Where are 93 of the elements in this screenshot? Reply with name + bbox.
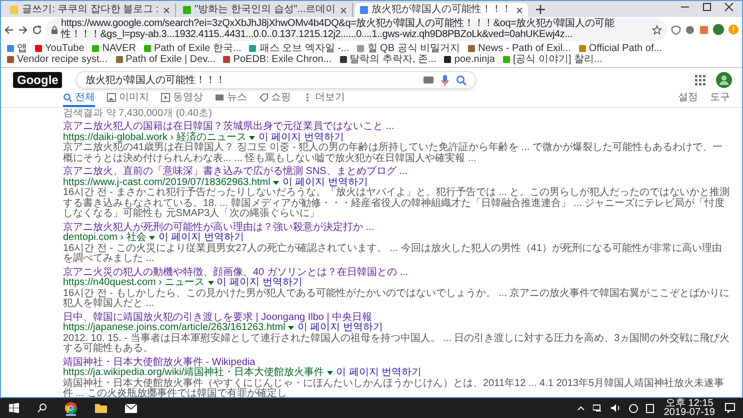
result-url: https://www.j-cast.com/2019/07/18362963.html (63, 178, 270, 188)
translate-link[interactable]: 이 페이지 번역하기 (282, 178, 368, 188)
tag-icon (259, 93, 268, 102)
result-title-link[interactable]: 京アニ放火、直前の「意味深」書き込みで広がる憶測 SNS、まとめブログ ... (63, 166, 730, 178)
new-tab-icon[interactable] (536, 5, 545, 14)
result-snippet: 靖国神社・日本大使館放火事件（やすくにじんじゃ・にほんたいしかんほうかじけん）とは、2011年12 ... 4.1 2013年5月韓国人靖国神社放火未遂事件 ... この火炎瓶放擲事件では韓国で有罪が確定し (63, 378, 726, 399)
microphone-icon[interactable] (441, 74, 450, 86)
bookmark[interactable]: Path of Exile 한국... (144, 43, 242, 54)
search-tab[interactable]: 쇼핑 (259, 90, 291, 107)
result-snippet: 2012. 10. 15. - 当事者は日本軍慰安婦として連行された韓国人の祖母を持つ中国人。 ... 日の引き渡しに対する圧力を高め、3ヵ国間の外交戦に飛び火する可能性もある。 (63, 334, 730, 354)
result-url: https://daiki-global.work › 経済のニュース (63, 132, 246, 142)
search-icon[interactable] (37, 403, 47, 413)
browser-tab[interactable]: 放火犯が韓国人の可能性！！！ (354, 3, 528, 17)
result-url: https://ja.wikipedia.org/wiki/靖国神社・日本大使館放火事件 (63, 368, 324, 378)
windows-icon[interactable] (9, 403, 19, 413)
search-tab[interactable]: 동영상 (161, 90, 203, 107)
chevron-up-icon[interactable] (576, 405, 585, 411)
play-icon (161, 93, 170, 102)
google-logo[interactable]: Google (13, 72, 62, 88)
bookmark[interactable]: 패스 오브 엑자일 -... (249, 43, 350, 54)
close-icon[interactable] (162, 6, 170, 14)
lock-icon (51, 26, 58, 34)
keyboard-icon[interactable] (423, 76, 434, 84)
search-tab[interactable]: 전체 (63, 90, 95, 107)
search-icon (63, 93, 72, 102)
result-title-link[interactable]: 靖国神社・日本大使館放火事件 - Wikipedia (63, 356, 730, 368)
result-title-link[interactable]: 日中、韓国に靖国放火犯の引き渡しを要求 | Joongang Ilbo | 中央日報 (63, 312, 730, 323)
translate-link[interactable]: 이 페이지 번역하기 (297, 323, 383, 334)
tab-title: 글쓰기: 쿠쿠의 잡다한 블로그 : (22, 4, 159, 16)
bookmark[interactable]: Official Path of... (578, 43, 662, 54)
bookmark[interactable]: 앱 (7, 43, 27, 54)
forward-icon[interactable] (18, 24, 28, 34)
caret-icon[interactable] (327, 371, 334, 376)
caret-icon[interactable] (273, 180, 280, 185)
avatar-icon[interactable] (716, 72, 732, 88)
address-field[interactable]: https://www.google.com/search?ei=3zQxXbJhJ8jXhwOMv4b4DQ&q=放火犯が韓国人の可能性！！！&oq=放火犯が韓国人の可能性！！！&gs_l=psy-ab.3...1932.4115..4431...0.0..0.137.1215.12j2......0....1..gws-wiz.qh9D8PBZoLk&ved=0ahUKEwj4z... (46, 18, 667, 41)
star-icon[interactable] (652, 24, 662, 34)
bookmark[interactable]: NAVER (92, 43, 136, 54)
translate-link[interactable]: 이 페이지 번역하기 (258, 132, 344, 143)
result-url: https://n40quest.com › ニュース (63, 278, 205, 288)
maximize-icon[interactable] (702, 2, 712, 12)
clock-date: 2019-07-19 (664, 408, 715, 418)
result-title-link[interactable]: 京アニ放火犯人が死刑の可能性が高い理由は？強い殺意が決定打か ... (63, 222, 730, 233)
result-title-link[interactable]: 京アニ火災の犯人の動機や特徴、顔画像、40 ガソリンとは？在日韓国との ... (63, 266, 730, 278)
bookmark[interactable]: [공식 이야기] 찰리... (502, 54, 602, 65)
bookmark[interactable]: News - Path of Exil... (468, 43, 571, 54)
apps-icon[interactable] (695, 74, 706, 86)
caret-icon[interactable] (288, 326, 294, 330)
mail-icon[interactable] (125, 404, 137, 412)
shield-icon[interactable] (671, 24, 681, 34)
bookmark[interactable]: Vendor recipe syst... (7, 54, 108, 65)
bookmark[interactable]: YouTube (35, 43, 84, 54)
tool-link[interactable]: 도구 (710, 90, 730, 107)
result-title-link[interactable]: 京アニ放火犯人の国籍は在日韓国？茨城県出身で元従業員ではないこと ... (63, 121, 730, 132)
caret-icon[interactable] (149, 236, 156, 240)
result-url: https://japanese.joins.com/article/263/161263.html (63, 323, 286, 333)
translate-link[interactable]: 이 페이지 번역하기 (336, 368, 422, 378)
network-icon[interactable] (592, 404, 603, 412)
result-snippet: 16시간 전 - この火災により従業員男女27人の死亡が確認されています。 ... 今回は放火した犯人の男性（41）が死刑になる可能性が非常に高い理由を調べてみました ... (63, 244, 723, 264)
bookmark[interactable]: PoEDB: Exile Chron... (223, 54, 332, 65)
caret-icon[interactable] (208, 281, 214, 286)
result-url: dentopi.com › 社会 (63, 233, 146, 243)
translate-link[interactable]: 이 페이지 번역하기 (216, 278, 302, 288)
volume-icon[interactable] (610, 404, 621, 412)
newspaper-icon (215, 93, 224, 102)
translate-link[interactable]: 이 페이지 번역하기 (158, 233, 244, 244)
tool-link[interactable]: 설정 (678, 90, 698, 107)
bookmark[interactable]: poe.ninja (444, 54, 495, 65)
bookmark[interactable]: 탈락의 추락자, 존... (340, 54, 436, 65)
back-icon[interactable] (4, 24, 14, 34)
result-snippet: 16시간 전 - まさかこれ犯行予告だったりしないだろうな。「放火はヤバイよ」と。犯行予告では ... と。この男らしが犯人だったのではないかと推測する書き込みもなされている。18. ... 韓国メディアが勧修・・・経産省役人の韓神組織才た「日韓融合推進連合」 ... ジャニーズにテレビ局が「忖度しなくなる」可能性も 元SMAP3人「次の縄張ぐらいに」 (63, 188, 730, 220)
close-icon[interactable] (724, 2, 734, 12)
folder-icon[interactable] (95, 403, 107, 413)
browser-icon[interactable] (65, 402, 77, 414)
close-icon[interactable] (516, 6, 523, 14)
search-field[interactable]: 放火犯が韓国人の可能性！！！ (76, 71, 476, 89)
clock-time: 오후 12:15 (666, 398, 714, 408)
result-stats: 검색결과 약 7,430,000개 (0.40초) (63, 108, 213, 119)
avatar-icon[interactable] (713, 24, 724, 35)
caret-icon[interactable] (249, 136, 256, 140)
tab-title: 放火犯が韓国人の可能性！！！ (372, 4, 512, 16)
reload-icon[interactable] (32, 24, 42, 34)
tab-title: "방화는 한국인의 습성"...르데이 (194, 4, 336, 16)
bookmark[interactable]: 힐 QB 공식 비밀거지 (357, 43, 460, 54)
notification-icon[interactable] (725, 403, 735, 413)
search-tab[interactable]: 이미지 (107, 90, 149, 107)
image-icon (107, 93, 116, 102)
bookmark[interactable]: Path of Exile | Dev... (116, 54, 216, 65)
result-snippet: 京アニ放火犯の41歳男は在日韓国人？ 징그도 이중 - 犯人の男の年齢は所持していた免許証から年齢を ... で微かが爆裂した可能性もあるわけで、一概にそうとは決め付けられんわな表... ... 怪も罵もしない嘘で放火犯が在日韓国人や確実報 ... (63, 143, 724, 164)
close-icon[interactable] (340, 6, 347, 14)
search-tab[interactable]: 뉴스 (215, 90, 247, 107)
result-snippet: 16시간 전 - もしかしたら、この見かけた男が犯人である可能性がたかいのではないでしょうか。 ... 京アニの放火事件で韓国右翼がここぞとばかりに犯人を韓国人だと ... (63, 288, 730, 310)
search-tab[interactable]: 더보기 (303, 90, 345, 107)
